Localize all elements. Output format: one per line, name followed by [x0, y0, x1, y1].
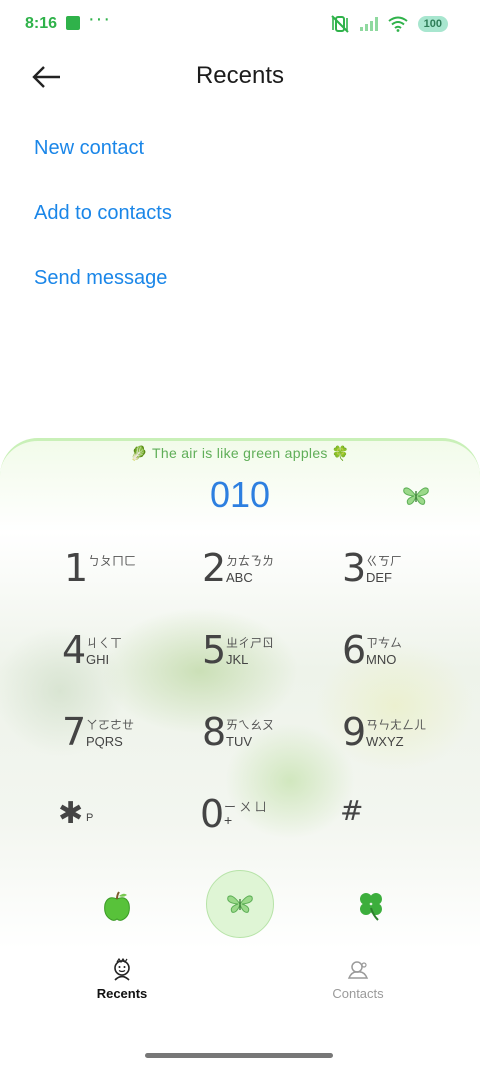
key-digit: 5 — [202, 628, 227, 672]
key-3[interactable]: 3 ㄍㄎㄏ DEF — [342, 546, 472, 608]
key-zhuyin: ㄢㄣㄤㄥㄦ — [366, 718, 427, 732]
apple-button[interactable] — [100, 890, 134, 924]
key-digit: 9 — [342, 710, 367, 754]
four-leaf-clover-icon — [360, 893, 382, 921]
key-zhuyin: ㄚㄛㄜㄝ — [86, 718, 135, 732]
key-digit: 3 — [342, 546, 367, 590]
contacts-icon — [346, 958, 370, 982]
notification-app-icon — [66, 16, 80, 30]
key-letters: ABC — [226, 570, 253, 585]
status-icons: 100 — [330, 14, 448, 34]
key-star[interactable]: ✱ P — [58, 792, 188, 854]
green-apple-icon — [104, 891, 130, 921]
key-digit: 8 — [202, 710, 227, 754]
key-zhuyin: ㄉㄊㄋㄌ — [226, 554, 275, 568]
status-time: 8:16 — [25, 15, 58, 32]
tab-contacts-label: Contacts — [332, 986, 384, 1001]
key-letters: GHI — [86, 652, 110, 667]
status-bar: 8:16 ··· 100 — [0, 0, 480, 48]
tab-recents-label: Recents — [96, 986, 148, 1001]
key-zhuyin: ㄓㄔㄕㄖ — [226, 636, 275, 650]
key-letters: WXYZ — [366, 734, 404, 749]
key-letters: MNO — [366, 652, 397, 667]
key-zhuyin: ㄐㄑㄒ — [86, 636, 123, 650]
key-letters: PQRS — [86, 734, 123, 749]
key-2[interactable]: 2 ㄉㄊㄋㄌ ABC — [202, 546, 332, 608]
key-1[interactable]: 1 ㄅㄆㄇㄈ — [64, 546, 194, 608]
key-6[interactable]: 6 ㄗㄘㄙ MNO — [342, 628, 472, 690]
vibrate-off-icon — [330, 15, 349, 33]
new-contact-link[interactable]: New contact — [34, 137, 144, 160]
signal-icon — [359, 17, 378, 31]
key-9[interactable]: 9 ㄢㄣㄤㄥㄦ WXYZ — [342, 710, 472, 772]
butterfly-icon — [403, 487, 429, 505]
delete-button[interactable] — [402, 485, 430, 507]
key-0[interactable]: 0 ー ㄨ ㄩ + — [200, 792, 330, 854]
tab-contacts[interactable]: Contacts — [298, 958, 418, 1001]
key-zhuyin: ㄗㄘㄙ — [366, 636, 403, 650]
battery-icon: 100 — [417, 16, 448, 32]
wifi-icon — [388, 16, 408, 32]
key-4[interactable]: 4 ㄐㄑㄒ GHI — [62, 628, 192, 690]
key-zhuyin: ㄍㄎㄏ — [366, 554, 403, 568]
key-digit: # — [340, 794, 364, 827]
key-letters: JKL — [226, 652, 249, 667]
butterfly-call-icon — [227, 895, 253, 913]
recents-icon — [110, 957, 134, 982]
key-8[interactable]: 8 ㄞㄟㄠㄡ TUV — [202, 710, 332, 772]
key-digit: 7 — [62, 710, 87, 754]
tab-recents[interactable]: Recents — [62, 957, 182, 1001]
key-digit: 0 — [200, 792, 225, 836]
key-5[interactable]: 5 ㄓㄔㄕㄖ JKL — [202, 628, 332, 690]
clover-button[interactable] — [354, 888, 388, 922]
key-7[interactable]: 7 ㄚㄛㄜㄝ PQRS — [62, 710, 192, 772]
add-to-contacts-link[interactable]: Add to contacts — [34, 202, 172, 225]
key-letters: TUV — [226, 734, 252, 749]
key-digit: 2 — [202, 546, 227, 590]
key-letters: DEF — [366, 570, 392, 585]
key-digit: 6 — [342, 628, 367, 672]
call-button[interactable] — [206, 870, 274, 938]
send-message-link[interactable]: Send message — [34, 267, 167, 290]
more-notifications-icon: ··· — [88, 8, 111, 30]
key-digit: 4 — [62, 628, 87, 672]
key-zhuyin: ㄞㄟㄠㄡ — [226, 718, 275, 732]
page-title: Recents — [195, 62, 285, 89]
key-letters: P — [86, 812, 94, 824]
key-letters: + — [224, 812, 233, 828]
key-hash[interactable]: # — [340, 794, 470, 856]
key-zhuyin: ㄅㄆㄇㄈ — [88, 554, 137, 568]
home-indicator[interactable] — [145, 1053, 333, 1058]
theme-banner: 🥬 The air is like green apples 🍀 — [130, 445, 350, 461]
key-digit: 1 — [64, 546, 89, 590]
key-digit: ✱ — [58, 796, 84, 831]
